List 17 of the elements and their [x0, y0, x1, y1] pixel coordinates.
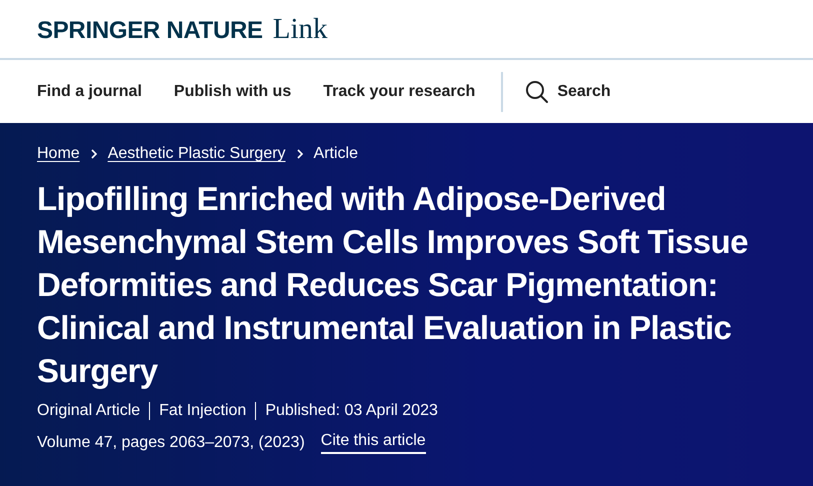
nav-link[interactable]: Track your research — [323, 82, 476, 100]
chevron-icon — [296, 148, 304, 160]
nav-link[interactable]: Find a journal — [37, 82, 142, 100]
cite-link[interactable]: Cite this article — [320, 432, 426, 454]
chevron-icon — [90, 148, 98, 160]
breadcrumb-link[interactable]: Aesthetic Plastic Surgery — [108, 145, 286, 163]
search-icon — [525, 80, 550, 104]
nav-link[interactable]: Publish with us — [174, 82, 292, 100]
breadcrumb-link[interactable]: Home — [37, 145, 80, 163]
search-button[interactable]: Search — [525, 80, 611, 104]
article-meta: Published: 03 April 2023 — [255, 402, 447, 420]
article-meta: Original Article — [37, 402, 142, 420]
breadcrumb-current: Article — [314, 145, 358, 163]
volume-info: Volume 47, pages 2063–2073, (2023) — [37, 434, 305, 452]
article-title: Lipofilling Enriched with Adipose-Derived Mesenchymal Stem Cells Improves Soft Tissue Deformities and Reduces Scar Pigmentation: Clinical and Instrumental Evaluation in Plastic Surgery — [37, 179, 749, 391]
article-meta: Fat Injection — [149, 402, 256, 420]
site-logo[interactable]: SPRINGER NATURE Link — [37, 12, 328, 46]
